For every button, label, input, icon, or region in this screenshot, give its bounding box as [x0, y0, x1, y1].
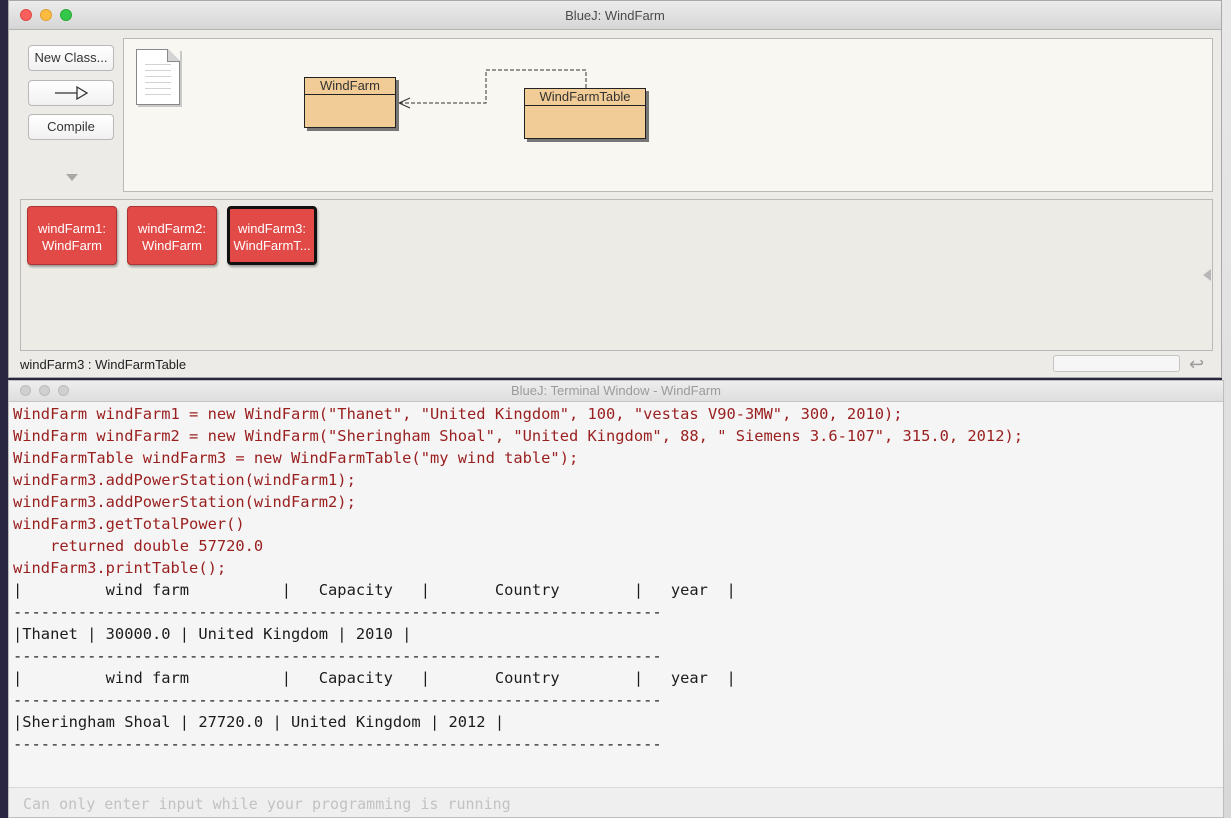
class-windfarm[interactable]: WindFarm [304, 77, 396, 128]
terminal-window: BlueJ: Terminal Window - WindFarm WindFa… [8, 380, 1224, 818]
progress-field [1053, 355, 1180, 372]
terminal-input-bar [9, 787, 1223, 817]
terminal-line: WindFarmTable windFarm3 = new WindFarmTa… [13, 449, 579, 467]
terminal-line: WindFarm windFarm2 = new WindFarm("Sheri… [13, 427, 1023, 445]
terminal-line: returned double 57720.0 [13, 537, 264, 555]
terminal-line: windFarm3.printTable(); [13, 559, 227, 577]
class-windfarmtable-name: WindFarmTable [525, 89, 645, 106]
terminal-line: windFarm3.addPowerStation(windFarm2); [13, 493, 356, 511]
main-titlebar: BlueJ: WindFarm [9, 1, 1221, 30]
object-windfarm1[interactable]: windFarm1: WindFarm [27, 206, 117, 265]
window-title: BlueJ: WindFarm [565, 8, 665, 23]
class-windfarmtable[interactable]: WindFarmTable [524, 88, 646, 139]
terminal-line: ----------------------------------------… [13, 647, 662, 665]
reset-icon[interactable]: ↩ [1189, 354, 1204, 375]
terminal-line: |Sheringham Shoal | 27720.0 | United Kin… [13, 713, 505, 731]
terminal-line: | wind farm | Capacity | Country | year … [13, 581, 736, 599]
terminal-title: BlueJ: Terminal Window - WindFarm [511, 383, 721, 398]
object-bench: windFarm1: WindFarm windFarm2: WindFarm … [20, 199, 1213, 351]
terminal-line: windFarm3.getTotalPower() [13, 515, 245, 533]
new-arrow-button[interactable] [28, 80, 114, 106]
terminal-line: |Thanet | 30000.0 | United Kingdom | 201… [13, 625, 412, 643]
class-diagram-canvas[interactable]: WindFarm WindFarmTable [123, 38, 1213, 192]
bench-scroll-arrow-icon[interactable] [1203, 269, 1211, 281]
compile-button[interactable]: Compile [28, 114, 114, 140]
dependency-arrow [397, 69, 587, 109]
terminal-line: ----------------------------------------… [13, 735, 662, 753]
terminal-output[interactable]: WindFarm windFarm1 = new WindFarm("Thane… [13, 403, 1209, 783]
class-windfarm-name: WindFarm [305, 78, 395, 95]
inheritance-arrow-icon [55, 85, 89, 101]
expand-toolbar-icon[interactable] [66, 174, 78, 181]
object-windfarm3[interactable]: windFarm3: WindFarmT... [227, 206, 317, 265]
object-windfarm2[interactable]: windFarm2: WindFarm [127, 206, 217, 265]
terminal-input[interactable] [21, 794, 1205, 814]
terminal-line: ----------------------------------------… [13, 691, 662, 709]
terminal-line: | wind farm | Capacity | Country | year … [13, 669, 736, 687]
bluej-main-window: BlueJ: WindFarm New Class... Compile Win… [8, 0, 1222, 378]
terminal-line: WindFarm windFarm1 = new WindFarm("Thane… [13, 405, 903, 423]
status-bar-text: windFarm3 : WindFarmTable [20, 357, 187, 372]
terminal-line: ----------------------------------------… [13, 603, 662, 621]
terminal-titlebar: BlueJ: Terminal Window - WindFarm [9, 381, 1223, 402]
new-class-button[interactable]: New Class... [28, 45, 114, 71]
readme-document-icon[interactable] [136, 49, 180, 105]
tool-panel: New Class... Compile [9, 30, 121, 195]
terminal-line: windFarm3.addPowerStation(windFarm1); [13, 471, 356, 489]
